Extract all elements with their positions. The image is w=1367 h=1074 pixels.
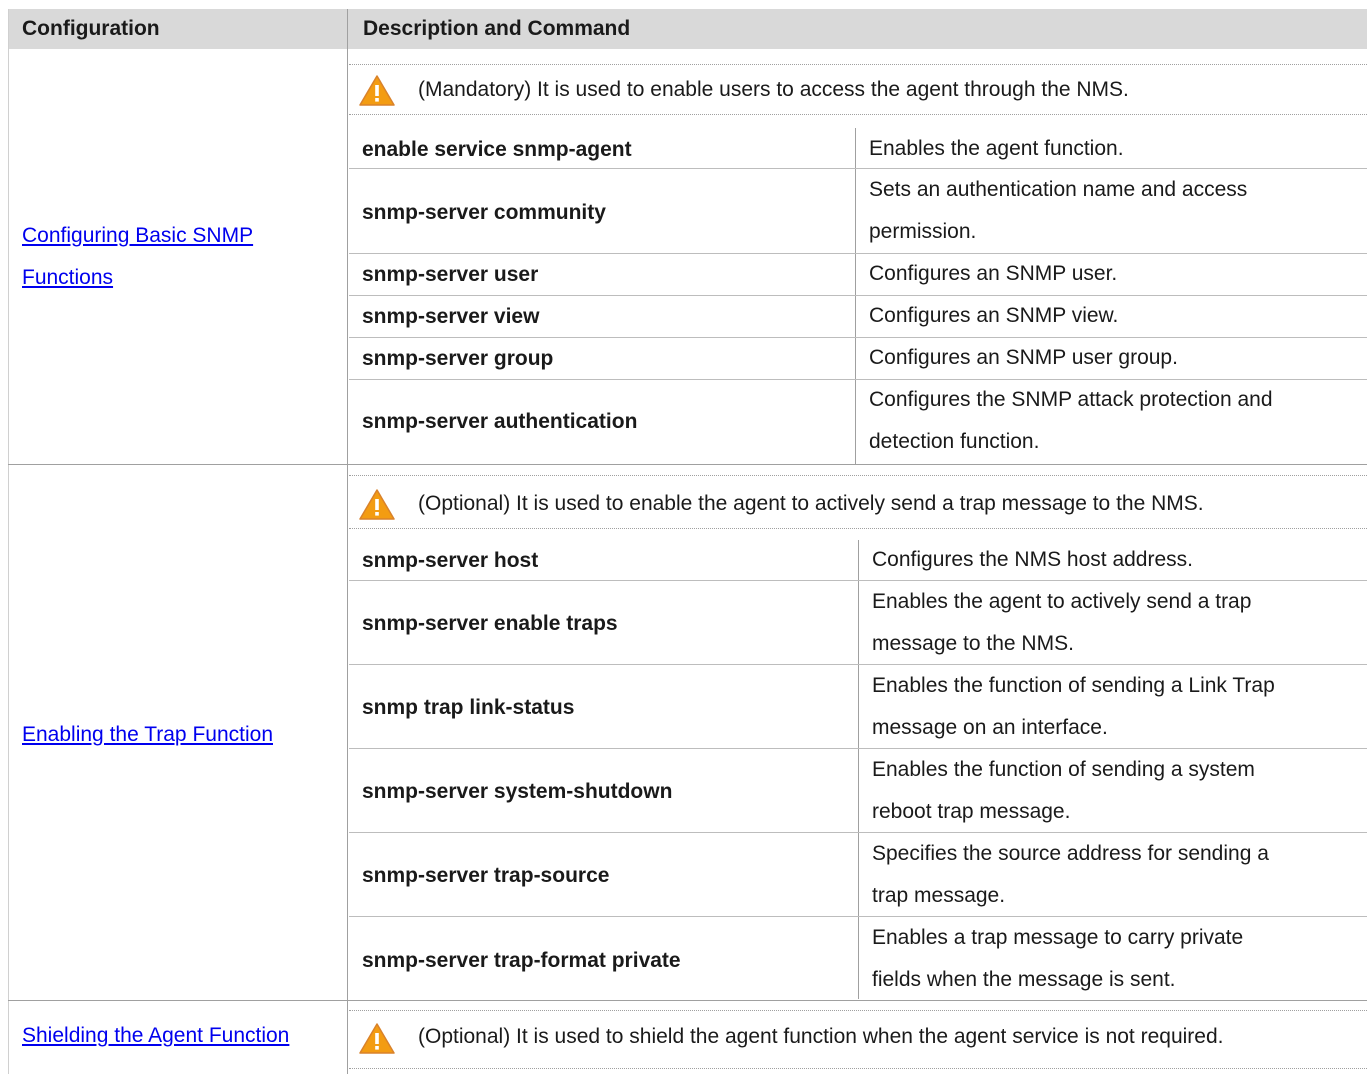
command-description: Configures an SNMP view.	[869, 304, 1119, 327]
header-description-and-command: Description and Command	[363, 17, 631, 40]
table-left-border	[8, 9, 9, 1074]
description-line: Enables the agent to actively send a tra…	[872, 590, 1252, 613]
command-description: Configures the NMS host address.	[872, 548, 1193, 571]
warning-icon	[359, 75, 395, 106]
command: snmp-server trap-format private	[362, 949, 681, 972]
command-description: Enables a trap message to carry private …	[872, 917, 1342, 1001]
description-line: Enables a trap message to carry private	[872, 926, 1244, 949]
command: snmp-server community	[362, 201, 606, 224]
command-description: Enables the agent function.	[869, 137, 1124, 160]
note-text: (Mandatory) It is used to enable users t…	[418, 78, 1129, 101]
column-divider	[347, 9, 348, 1074]
table-header: Configuration Description and Command	[8, 9, 1367, 49]
note-text: (Optional) It is used to enable the agen…	[418, 492, 1204, 515]
section-divider	[8, 1000, 1367, 1001]
command: snmp-server authentication	[362, 410, 638, 433]
command-description: Enables the agent to actively send a tra…	[872, 581, 1342, 665]
note-top-border	[349, 64, 1367, 65]
note-text: (Optional) It is used to shield the agen…	[418, 1025, 1224, 1048]
description-line: fields when the message is sent.	[872, 968, 1176, 991]
config-link-line: Functions	[22, 266, 114, 289]
command: snmp-server system-shutdown	[362, 780, 673, 803]
note-bottom-border	[349, 1068, 1367, 1069]
command: snmp-server view	[362, 305, 540, 328]
note-bottom-border	[349, 114, 1367, 115]
command-divider	[858, 540, 859, 999]
config-table: Configuration Description and Command (M…	[0, 0, 1367, 1074]
description-line: trap message.	[872, 884, 1006, 907]
warning-icon	[359, 1023, 395, 1054]
command: snmp trap link-status	[362, 696, 575, 719]
command: snmp-server host	[362, 549, 539, 572]
config-link-basic-snmp[interactable]: Configuring Basic SNMP Functions	[22, 215, 253, 299]
command: snmp-server trap-source	[362, 864, 610, 887]
description-line: reboot trap message.	[872, 800, 1071, 823]
note-top-border	[349, 1010, 1367, 1011]
note-top-border	[349, 475, 1367, 476]
warning-icon	[359, 489, 395, 520]
note-bottom-border	[349, 528, 1367, 529]
command-description: Specifies the source address for sending…	[872, 833, 1342, 917]
command-description: Configures an SNMP user.	[869, 262, 1118, 285]
command: snmp-server group	[362, 347, 554, 370]
command-description: Enables the function of sending a system…	[872, 749, 1342, 833]
description-line: message to the NMS.	[872, 632, 1074, 655]
config-link-trap-function[interactable]: Enabling the Trap Function	[22, 714, 273, 756]
command-description: Sets an authentication name and access p…	[869, 169, 1339, 253]
description-line: Enables the function of sending a system	[872, 758, 1255, 781]
command-description: Configures the SNMP attack protection an…	[869, 379, 1339, 463]
section-divider	[8, 464, 1367, 465]
command-divider	[855, 128, 856, 464]
description-line: Enables the function of sending a Link T…	[872, 674, 1275, 697]
command: snmp-server user	[362, 263, 539, 286]
description-line: detection function.	[869, 430, 1040, 453]
config-link-line: Configuring Basic SNMP	[22, 224, 254, 247]
command: enable service snmp-agent	[362, 138, 632, 161]
description-line: message on an interface.	[872, 716, 1108, 739]
config-link-shielding-agent[interactable]: Shielding the Agent Function	[22, 1015, 289, 1057]
description-line: Specifies the source address for sending…	[872, 842, 1269, 865]
command-description: Enables the function of sending a Link T…	[872, 665, 1342, 749]
description-line: Configures the SNMP attack protection an…	[869, 388, 1273, 411]
command: snmp-server enable traps	[362, 612, 618, 635]
description-line: Sets an authentication name and access	[869, 178, 1248, 201]
command-description: Configures an SNMP user group.	[869, 346, 1178, 369]
description-line: permission.	[869, 220, 977, 243]
header-configuration: Configuration	[22, 17, 160, 40]
